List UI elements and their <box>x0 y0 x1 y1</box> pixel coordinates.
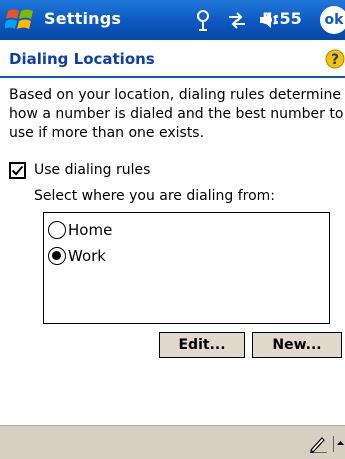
location-option-work[interactable]: Work <box>48 244 106 268</box>
location-option-home[interactable]: Home <box>48 218 112 242</box>
new-button[interactable]: New... <box>252 332 342 358</box>
clock[interactable]: 5:55 <box>262 9 302 28</box>
svg-text:?: ? <box>331 52 339 68</box>
location-label-work: Work <box>68 247 106 265</box>
edit-button[interactable]: Edit... <box>159 332 245 358</box>
location-list: Home Work <box>43 212 330 324</box>
use-dialing-rules-checkbox[interactable] <box>9 161 26 179</box>
radio-selected-dot <box>52 251 61 260</box>
input-arrow-icon[interactable] <box>333 436 345 452</box>
location-label-home: Home <box>68 221 113 239</box>
header-divider <box>0 76 345 78</box>
ok-button[interactable]: ok <box>320 6 345 34</box>
app-title: Settings <box>44 9 122 28</box>
signal-icon[interactable] <box>192 8 214 32</box>
page-header: Dialing Locations ? <box>0 40 345 76</box>
use-dialing-rules-row[interactable]: Use dialing rules <box>9 158 150 182</box>
use-dialing-rules-label: Use dialing rules <box>34 162 151 178</box>
radio-work[interactable] <box>48 247 66 265</box>
checkmark-icon <box>11 165 24 175</box>
radio-home[interactable] <box>48 221 66 239</box>
screen: Settings 5:55 ok Dialing Locations ? Bas… <box>0 0 345 459</box>
connectivity-icon[interactable] <box>225 8 249 32</box>
start-button[interactable] <box>4 5 37 35</box>
description-text: Based on your location, dialing rules de… <box>9 87 344 141</box>
windows-flag-icon <box>4 9 33 29</box>
input-panel-icon[interactable] <box>308 435 328 453</box>
select-location-prompt: Select where you are dialing from: <box>34 188 275 204</box>
bottom-bar <box>0 425 345 459</box>
help-icon[interactable]: ? <box>325 49 345 69</box>
title-bar: Settings 5:55 ok <box>0 0 345 40</box>
page-title: Dialing Locations <box>9 50 155 68</box>
